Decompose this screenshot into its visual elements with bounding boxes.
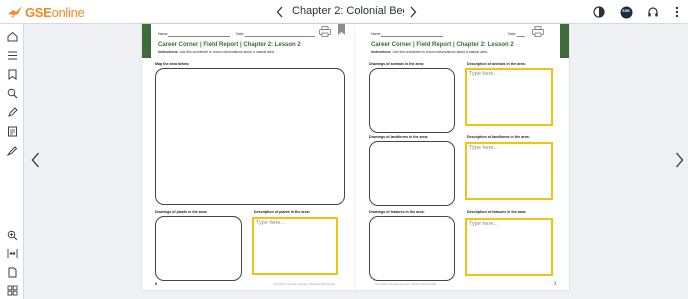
name-label: Name:: [158, 32, 169, 36]
pencil-icon[interactable]: [5, 105, 19, 119]
page-accent-bar: [560, 24, 569, 58]
worksheet-page-left: Name: Date: Career Corner | Field Report…: [142, 24, 356, 290]
list-icon[interactable]: [5, 48, 19, 62]
search-icon[interactable]: [5, 86, 19, 100]
page-accent-bar: [142, 24, 151, 58]
top-bar: GSE online Chapter 2: Colonial Beginnin.…: [0, 0, 688, 24]
bookmark-note-icon[interactable]: [5, 67, 19, 81]
zoom-in-icon[interactable]: [5, 228, 19, 242]
page-icon[interactable]: [5, 265, 19, 279]
headphones-icon[interactable]: [646, 5, 660, 19]
plants-description-placeholder: Type here...: [256, 220, 286, 226]
landforms-description-input[interactable]: Type here...: [465, 142, 553, 200]
instructions-label: Instructions:: [158, 50, 179, 54]
gse-online-logo[interactable]: GSE online: [7, 3, 85, 21]
animals-drawing-label: Drawings of animals in the area:: [369, 62, 425, 66]
animals-description-label: Description of animals in the area:: [467, 62, 526, 66]
landforms-description-label: Description of landforms in the area:: [467, 135, 530, 139]
worksheet-page-right: Name: Date: Career Corner | Field Report…: [355, 24, 569, 290]
instructions-body: Use this worksheet to record observation…: [391, 50, 488, 54]
date-line: [517, 36, 525, 37]
name-line: [381, 36, 443, 37]
features-drawing-label: Drawings of features in the area:: [369, 210, 425, 214]
page-footer: Your World: Georgia Journeys | Student F…: [375, 283, 437, 286]
animals-description-input[interactable]: Type here...: [465, 68, 553, 126]
features-description-label: Description of features in the area:: [467, 210, 527, 214]
grid-icon[interactable]: [5, 283, 19, 297]
map-area-label: Map the area below:: [155, 62, 190, 66]
printer-icon[interactable]: [532, 26, 544, 37]
name-line: [168, 36, 230, 37]
left-toolbar: [0, 24, 24, 299]
worksheet-heading: Career Corner | Field Report | Chapter 2…: [158, 42, 301, 48]
bookmark-icon[interactable]: [338, 24, 345, 35]
page-footer: Your World: Georgia Journeys | Student F…: [273, 283, 335, 286]
landforms-drawing-label: Drawings of landforms in the area:: [369, 135, 429, 139]
printer-icon[interactable]: [319, 26, 331, 37]
avatar-initials: SSR: [622, 9, 630, 13]
features-description-placeholder: Type here...: [469, 221, 499, 227]
date-line: [245, 36, 315, 37]
date-label: Date:: [236, 32, 245, 36]
worksheet-heading: Career Corner | Field Report | Chapter 2…: [371, 42, 514, 48]
date-label: Date:: [508, 32, 517, 36]
landforms-description-placeholder: Type here...: [469, 145, 499, 151]
next-chapter-button[interactable]: [406, 4, 420, 20]
fit-width-icon[interactable]: [5, 246, 19, 260]
instructions-body: Use this worksheet to record observation…: [178, 50, 275, 54]
more-vertical-icon[interactable]: [670, 5, 684, 19]
plants-drawing-label: Drawings of plants in the area:: [155, 210, 208, 214]
instructions-label: Instructions:: [371, 50, 392, 54]
instructions-text: Instructions: Use this worksheet to reco…: [158, 50, 275, 54]
chevron-right-icon: [410, 6, 417, 18]
plants-description-input[interactable]: Type here...: [252, 217, 338, 275]
logo-text-gse: GSE: [25, 4, 52, 20]
theme-toggle-icon[interactable]: [592, 5, 606, 19]
chapter-title[interactable]: Chapter 2: Colonial Beginnin...: [292, 5, 404, 17]
features-description-input[interactable]: Type here...: [465, 218, 553, 276]
chevron-left-icon: [31, 152, 39, 168]
bird-logo-icon: [8, 6, 22, 18]
home-icon[interactable]: [5, 29, 19, 43]
animals-description-placeholder: Type here...: [469, 71, 499, 77]
next-page-button[interactable]: [673, 151, 685, 169]
chevron-right-icon: [675, 152, 683, 168]
page-number: 6: [155, 281, 158, 286]
map-drawing-area[interactable]: [155, 68, 345, 205]
notes-icon[interactable]: [5, 124, 19, 138]
features-drawing-area[interactable]: [369, 216, 455, 281]
logo-text-online: online: [51, 4, 85, 20]
highlighter-icon[interactable]: [5, 143, 19, 157]
chevron-left-icon: [276, 6, 283, 18]
plants-drawing-area[interactable]: [155, 216, 242, 281]
page-number: 7: [554, 281, 557, 286]
animals-drawing-area[interactable]: [369, 68, 455, 133]
avatar[interactable]: SSR: [619, 5, 633, 19]
plants-description-label: Description of plants in the area:: [254, 210, 310, 214]
name-label: Name:: [371, 32, 382, 36]
previous-page-button[interactable]: [29, 151, 41, 169]
previous-chapter-button[interactable]: [273, 4, 287, 20]
instructions-text: Instructions: Use this worksheet to reco…: [371, 50, 488, 54]
landforms-drawing-area[interactable]: [369, 141, 455, 206]
